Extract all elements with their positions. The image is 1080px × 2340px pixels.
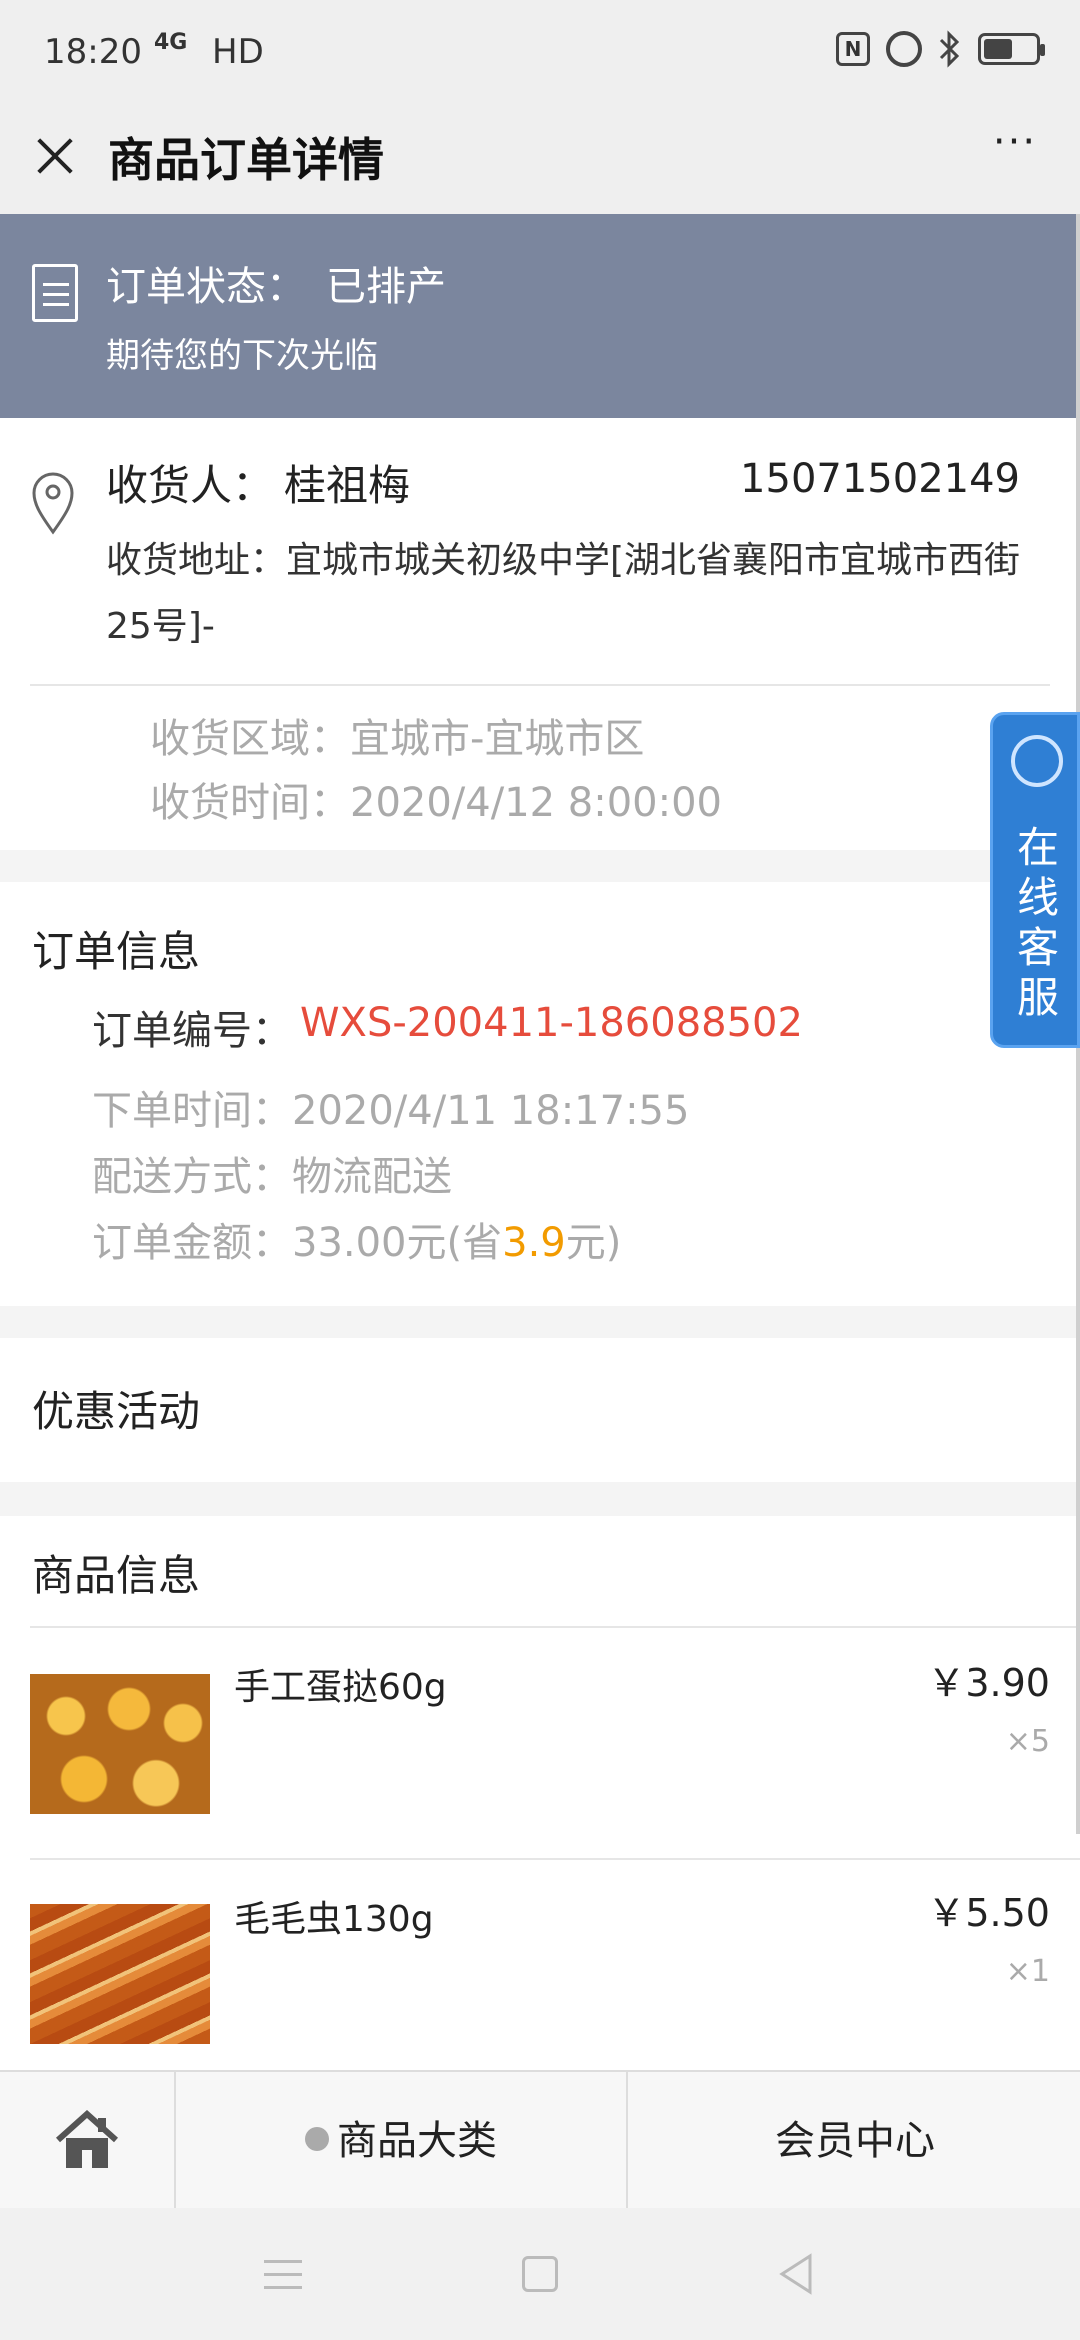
- goods-price: ￥3.90: [927, 1661, 1050, 1705]
- title-bar: 商品订单详情 ···: [0, 104, 1080, 214]
- recipient-card: 收货人： 桂祖梅 15071502149 收货地址：宜城市城关初级中学[湖北省襄…: [0, 418, 1080, 850]
- menu-icon[interactable]: [264, 2260, 302, 2290]
- order-placed-time: 下单时间：2020/4/11 18:17:55: [92, 1088, 690, 1134]
- promotion-card[interactable]: 优惠活动: [0, 1338, 1080, 1482]
- order-number: WXS-200411-186088502: [300, 1000, 803, 1046]
- category-label: 商品大类: [337, 2118, 497, 2164]
- battery-icon: [978, 33, 1045, 65]
- goods-name[interactable]: 毛毛虫130g: [234, 1890, 434, 1942]
- goods-name[interactable]: 手工蛋挞60g: [234, 1658, 447, 1710]
- nfc-icon: N: [836, 32, 870, 66]
- home-button[interactable]: [0, 2072, 176, 2210]
- network-indicator: 4G: [154, 30, 188, 55]
- order-info-card: 订单信息 订单编号： WXS-200411-186088502 下单时间：202…: [0, 882, 1080, 1306]
- home-icon: [55, 2110, 119, 2168]
- goods-heading: 商品信息: [32, 1551, 201, 1600]
- order-status-subtitle: 期待您的下次光临: [106, 336, 378, 376]
- saved-amount: 3.9: [502, 1220, 566, 1266]
- egg-tart-image[interactable]: [30, 1674, 210, 1814]
- headset-icon: [1011, 735, 1063, 787]
- order-amount-prefix: 订单金额：33.00元(省: [92, 1220, 503, 1266]
- recipient-address: 收货地址：宜城市城关初级中学[湖北省襄阳市宜城市西街25号]-: [106, 540, 1021, 647]
- goods-quantity: ×5: [1005, 1724, 1050, 1759]
- member-center-button[interactable]: 会员中心: [630, 2072, 1080, 2210]
- order-number-label: 订单编号：: [92, 1008, 292, 1054]
- delivery-area: 收货区域：宜城市-宜城市区: [150, 716, 645, 762]
- hd-indicator: HD: [212, 32, 264, 72]
- delivery-method: 配送方式：物流配送: [92, 1154, 452, 1200]
- status-icons: N: [836, 30, 1045, 68]
- delivery-time: 收货时间：2020/4/12 8:00:00: [150, 780, 723, 826]
- bottom-nav: 商品大类 会员中心: [0, 2070, 1080, 2210]
- order-status-value: 已排产: [326, 264, 446, 310]
- order-amount-suffix: 元): [565, 1220, 622, 1266]
- status-bar: 18:20 4G HD N: [0, 0, 1080, 104]
- close-icon[interactable]: [26, 126, 86, 186]
- goods-card: 商品信息 手工蛋挞60g ￥3.90 ×5 毛毛虫130g ￥5.50 ×1: [0, 1516, 1080, 2076]
- recipient-phone[interactable]: 15071502149: [740, 456, 1020, 502]
- home-square-icon[interactable]: [522, 2256, 558, 2292]
- caterpillar-bread-image[interactable]: [30, 1904, 210, 2044]
- online-service-button[interactable]: 在线客服: [990, 712, 1080, 1048]
- category-button[interactable]: 商品大类: [176, 2072, 628, 2210]
- goods-price: ￥5.50: [927, 1891, 1050, 1935]
- order-info-heading: 订单信息: [32, 927, 201, 976]
- divider: [30, 1858, 1080, 1860]
- divider: [30, 684, 1050, 686]
- promotion-heading: 优惠活动: [32, 1387, 201, 1436]
- back-icon[interactable]: [776, 2252, 816, 2296]
- page-title: 商品订单详情: [108, 133, 384, 187]
- bluetooth-icon: [939, 30, 960, 68]
- order-status-label: 订单状态：: [106, 264, 306, 310]
- order-status-banner: 订单状态： 已排产 期待您的下次光临: [0, 214, 1080, 418]
- location-pin-icon: [32, 472, 74, 535]
- category-icon: [305, 2127, 329, 2151]
- document-icon: [32, 264, 78, 322]
- recipient-label: 收货人：: [106, 461, 275, 510]
- recipient-name: 桂祖梅: [284, 461, 411, 510]
- goods-quantity: ×1: [1005, 1954, 1050, 1989]
- online-service-label: 在线客服: [1016, 823, 1059, 1022]
- system-nav-bar: [0, 2208, 1080, 2340]
- clock: 18:20: [44, 32, 142, 72]
- alarm-icon: [886, 31, 922, 67]
- more-options-icon[interactable]: ···: [980, 122, 1050, 182]
- divider: [30, 1626, 1080, 1628]
- order-amount: 订单金额：33.00元(省3.9元): [92, 1210, 621, 1268]
